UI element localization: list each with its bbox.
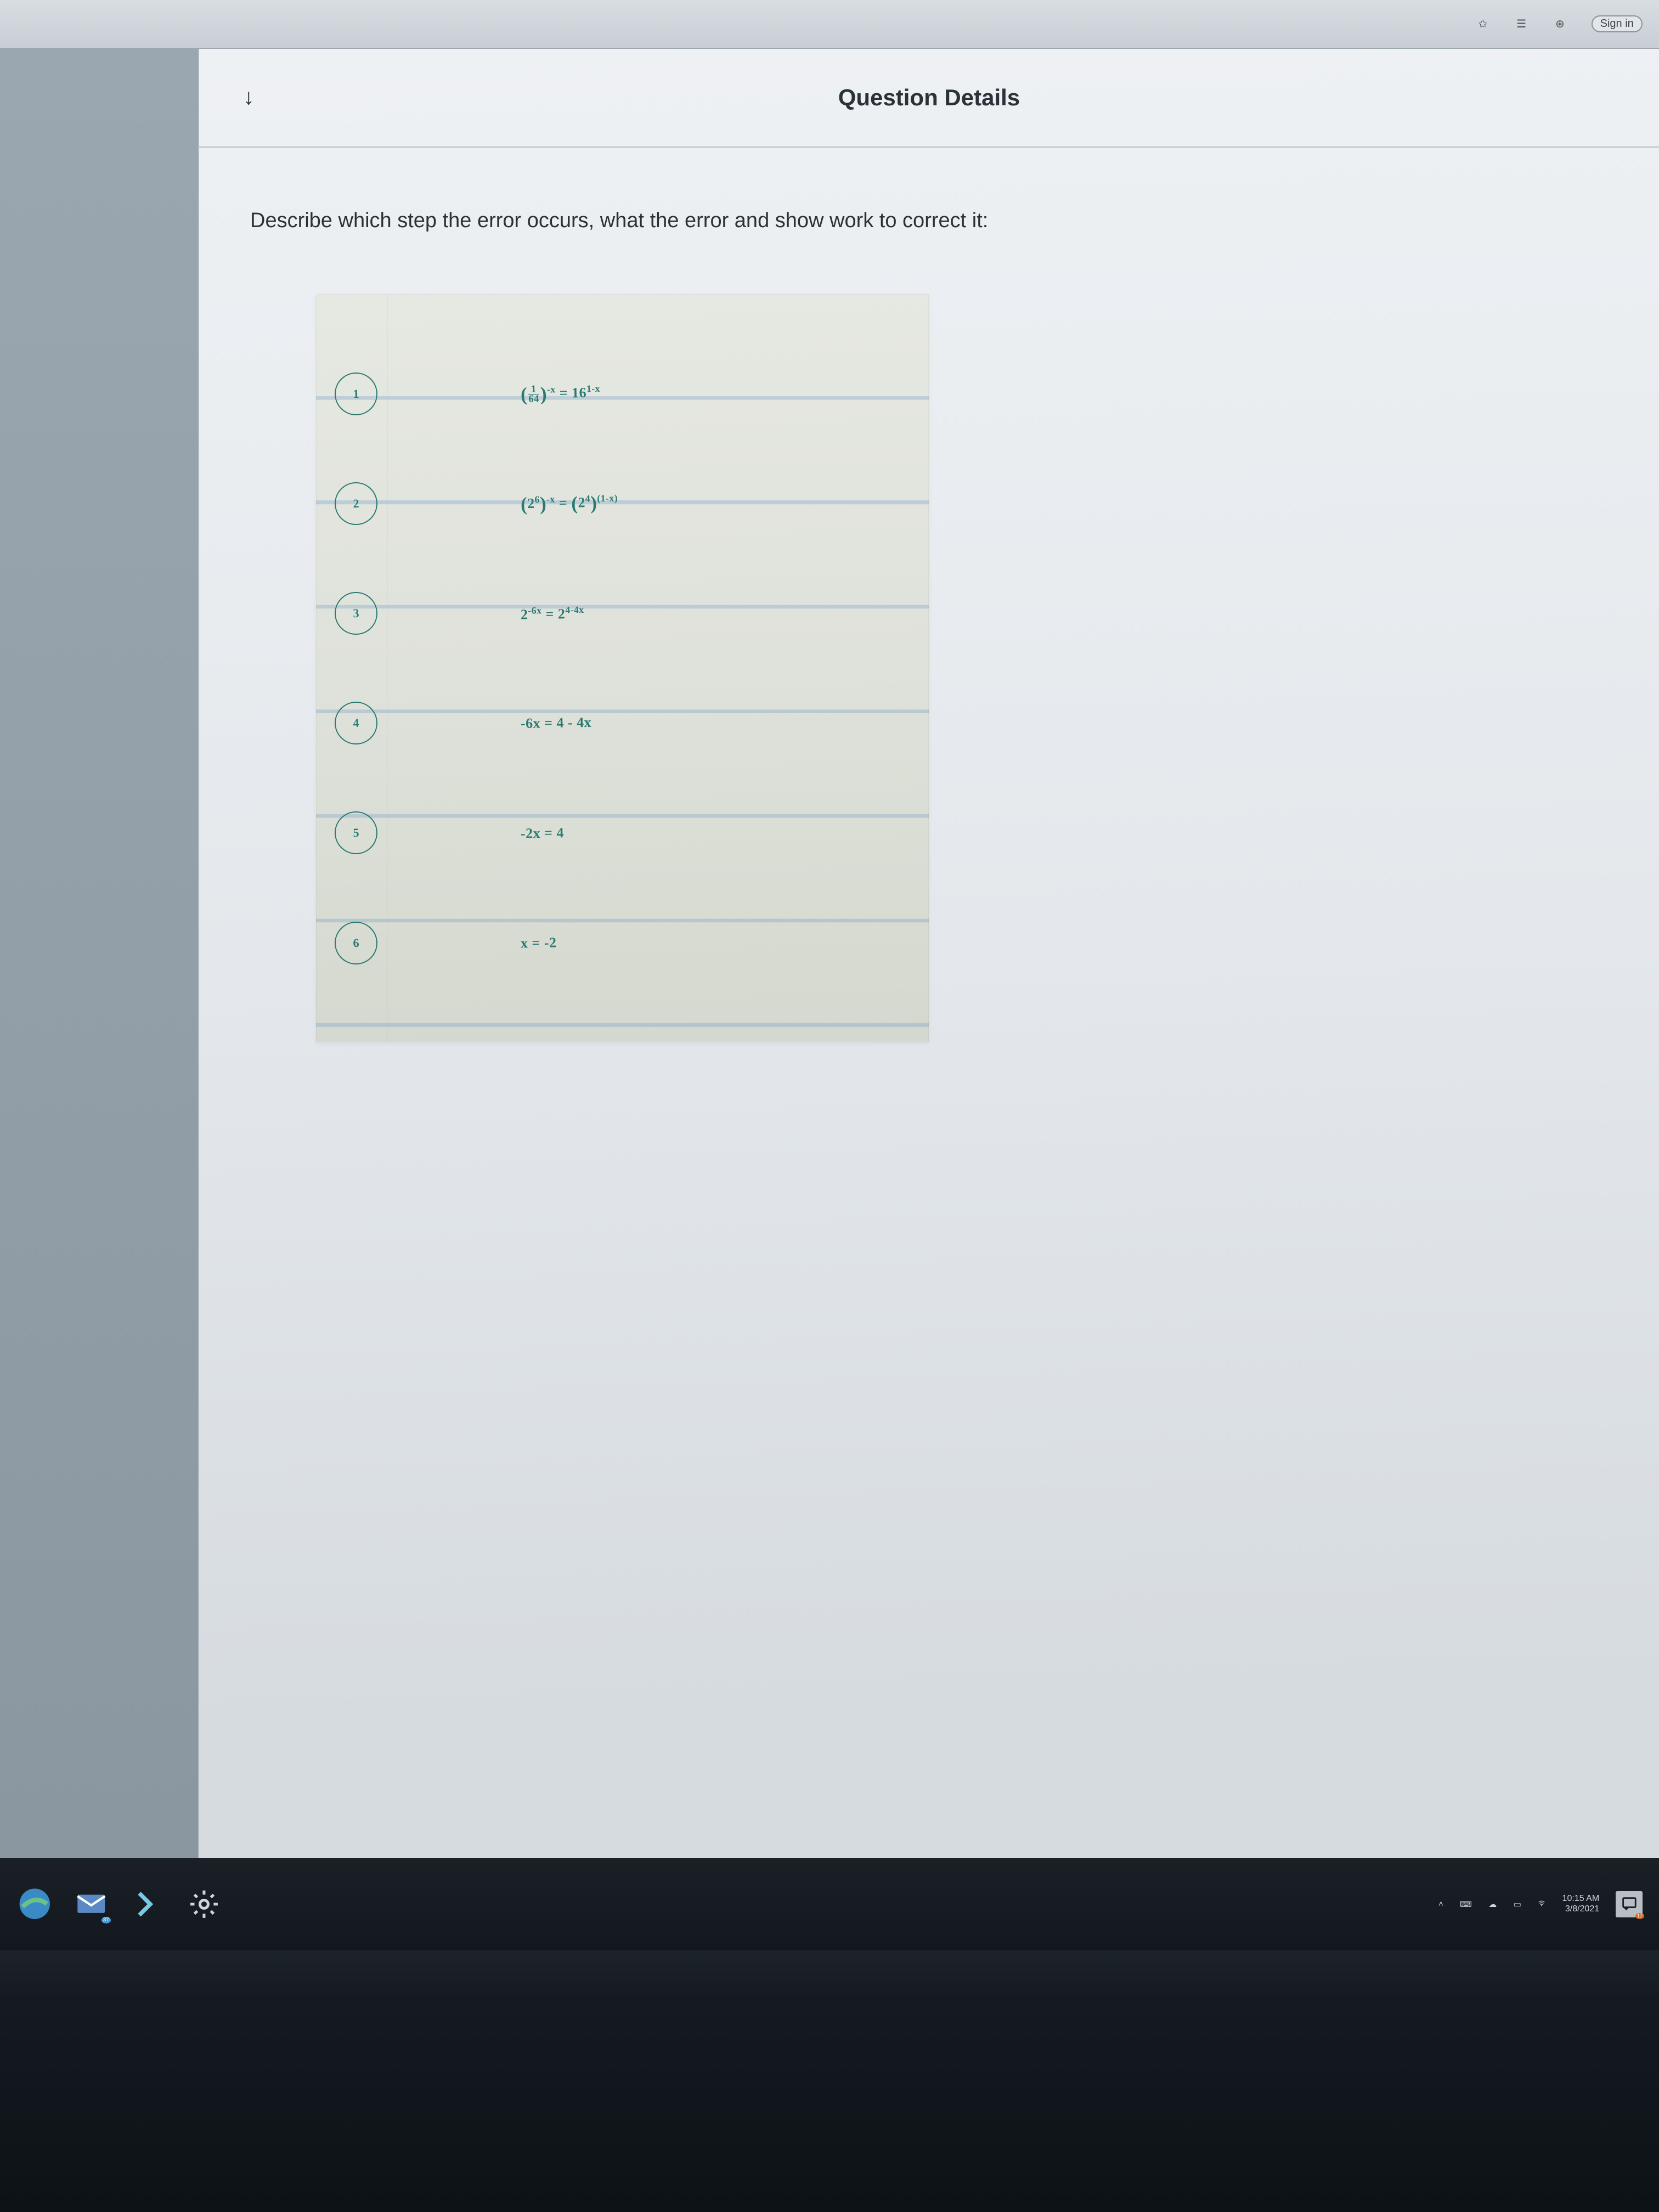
step-math: -2x = 4 xyxy=(521,825,564,842)
screen-photo: ✩ ☰ ⊕ Sign in ↓ Question Details Describ… xyxy=(0,0,1659,2212)
collections-icon[interactable]: ⊕ xyxy=(1553,17,1567,31)
step-math: x = -2 xyxy=(521,934,557,951)
step-number: 2 xyxy=(334,481,379,526)
settings-icon[interactable] xyxy=(186,1886,223,1922)
notifications-badge: 17 xyxy=(1635,1913,1644,1919)
taskbar-clock[interactable]: 10:15 AM 3/8/2021 xyxy=(1562,1894,1600,1914)
handwritten-work-image: 1 (164)-x = 161-x 2 (26)-x = (24)(1-x) 3… xyxy=(316,295,929,1042)
clock-time: 10:15 AM xyxy=(1562,1894,1600,1904)
wifi-icon[interactable] xyxy=(1538,1899,1545,1909)
question-prompt-block: Describe which step the error occurs, wh… xyxy=(199,148,1659,266)
app-icon[interactable] xyxy=(129,1886,166,1922)
work-step-2: 2 (26)-x = (24)(1-x) xyxy=(521,449,884,558)
edge-icon[interactable] xyxy=(16,1886,53,1922)
step-math: (164)-x = 161-x xyxy=(521,382,601,405)
reading-list-icon[interactable]: ☰ xyxy=(1514,17,1528,31)
step-number: 3 xyxy=(334,591,379,636)
favorites-icon[interactable]: ✩ xyxy=(1476,17,1489,31)
question-prompt-text: Describe which step the error occurs, wh… xyxy=(250,206,1601,236)
page-area: ↓ Question Details Describe which step t… xyxy=(199,49,1659,1858)
page-title: Question Details xyxy=(838,84,1020,111)
step-number: 1 xyxy=(334,371,379,416)
chevron-up-icon[interactable]: ˄ xyxy=(1438,1899,1443,1909)
content-wrap: ↓ Question Details Describe which step t… xyxy=(0,49,1659,1858)
work-step-1: 1 (164)-x = 161-x xyxy=(521,339,884,449)
mail-badge: 37 xyxy=(101,1917,111,1923)
keyboard-icon[interactable]: ⌨ xyxy=(1460,1899,1472,1909)
cloud-icon[interactable]: ☁ xyxy=(1488,1899,1497,1909)
work-step-3: 3 2-6x = 24-4x xyxy=(521,558,884,668)
back-arrow-icon[interactable]: ↓ xyxy=(219,85,253,110)
sign-in-button[interactable]: Sign in xyxy=(1592,15,1643,32)
step-number: 4 xyxy=(334,701,379,746)
windows-taskbar: 37 ˄ ⌨ ☁ ▭ 10:15 AM 3/8/2021 xyxy=(0,1858,1659,1950)
mail-icon[interactable]: 37 xyxy=(73,1886,110,1922)
work-step-4: 4 -6x = 4 - 4x xyxy=(521,668,884,778)
step-math: -6x = 4 - 4x xyxy=(521,714,592,732)
taskbar-right: ˄ ⌨ ☁ ▭ 10:15 AM 3/8/2021 17 xyxy=(1438,1891,1643,1917)
step-number: 6 xyxy=(334,921,379,965)
browser-toolbar: ✩ ☰ ⊕ Sign in xyxy=(0,0,1659,49)
step-math: 2-6x = 24-4x xyxy=(521,604,584,623)
battery-icon[interactable]: ▭ xyxy=(1514,1899,1521,1909)
work-step-5: 5 -2x = 4 xyxy=(521,778,884,888)
step-math: (26)-x = (24)(1-x) xyxy=(521,492,618,515)
step-number: 5 xyxy=(334,811,379,855)
page-header: ↓ Question Details xyxy=(199,49,1659,148)
work-step-6: 6 x = -2 xyxy=(521,888,884,998)
clock-date: 3/8/2021 xyxy=(1562,1904,1600,1914)
below-screen-area: 37 ˄ ⌨ ☁ ▭ 10:15 AM 3/8/2021 xyxy=(0,1858,1659,2212)
taskbar-left: 37 xyxy=(16,1886,222,1922)
left-gutter xyxy=(0,49,199,1858)
notifications-icon[interactable]: 17 xyxy=(1616,1891,1642,1917)
